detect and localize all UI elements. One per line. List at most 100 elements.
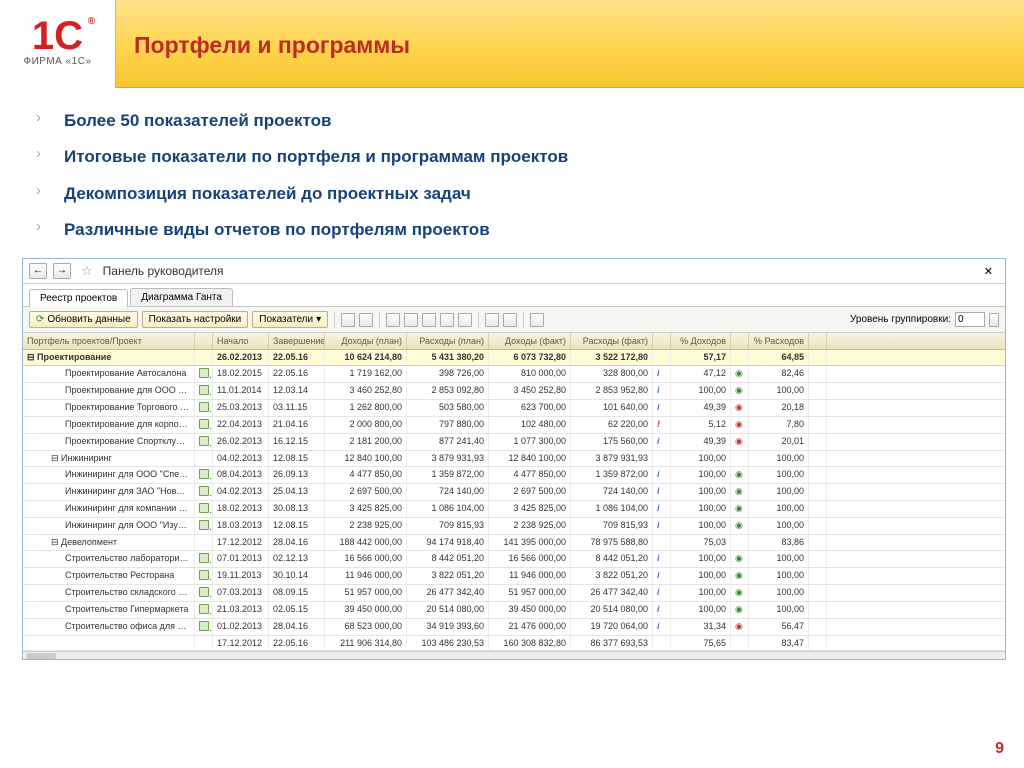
tool-icon-4[interactable]: [404, 313, 418, 327]
cell-info: i: [653, 434, 671, 450]
cell-name: Строительство Гипермаркета: [23, 602, 195, 618]
cell-income-plan: 10 624 214,80: [325, 350, 407, 365]
bullet-1: Более 50 показателей проектов: [36, 110, 1006, 131]
table-row[interactable]: Инжиниринг для ООО "Спектр"08.04.201326.…: [23, 467, 1005, 484]
table-row[interactable]: Строительство складского комплекса для ……: [23, 585, 1005, 602]
tool-icon-10[interactable]: [530, 313, 544, 327]
table-row[interactable]: Проектирование для корпорации "Надежн…22…: [23, 417, 1005, 434]
cell-expense-plan: 3 879 931,93: [407, 451, 489, 466]
tool-icon-8[interactable]: [485, 313, 499, 327]
col-status-icon: [731, 333, 749, 349]
close-button[interactable]: ✕: [978, 265, 999, 278]
cell-icon: [195, 585, 213, 601]
cell-pct-expense: 20,18: [749, 400, 809, 416]
tool-icon-1[interactable]: [341, 313, 355, 327]
cell-icon: [195, 451, 213, 466]
nav-forward-button[interactable]: →: [53, 263, 71, 279]
table-row[interactable]: Проектирование Торгового центра25.03.201…: [23, 400, 1005, 417]
cell-status: [731, 535, 749, 550]
col-expense-plan[interactable]: Расходы (план): [407, 333, 489, 349]
cell-pct-income: 100,00: [671, 602, 731, 618]
indicators-button[interactable]: Показатели ▾: [252, 311, 328, 328]
table-row[interactable]: Инжиниринг для компании "Надежная опо…18…: [23, 501, 1005, 518]
tool-icon-6[interactable]: [440, 313, 454, 327]
table-row[interactable]: Проектирование Спортклуба "Аполлон"26.02…: [23, 434, 1005, 451]
col-income-plan[interactable]: Доходы (план): [325, 333, 407, 349]
info-icon: i: [657, 553, 660, 563]
cell-start: 26.02.2013: [213, 350, 269, 365]
cell-status: ◉: [731, 400, 749, 416]
col-pct-income[interactable]: % Доходов: [671, 333, 731, 349]
show-settings-button[interactable]: Показать настройки: [142, 311, 249, 328]
table-row[interactable]: ⊟ Девелопмент17.12.201228.04.16188 442 0…: [23, 535, 1005, 551]
col-end[interactable]: Завершение: [269, 333, 325, 349]
table-row[interactable]: Проектирование для ООО "Стройкорпорац…11…: [23, 383, 1005, 400]
table-row[interactable]: Строительство офиса для корпорации "На…0…: [23, 619, 1005, 636]
cell-income-fact: 1 077 300,00: [489, 434, 571, 450]
cell-end: 03.11.15: [269, 400, 325, 416]
cell-expense-fact: 26 477 342,40: [571, 585, 653, 601]
cell-name: ⊟ Инжиниринг: [23, 451, 195, 466]
tab-registry[interactable]: Реестр проектов: [29, 289, 128, 307]
table-row[interactable]: Инжиниринг для ООО "Изумруд"18.03.201312…: [23, 518, 1005, 535]
info-icon: i: [657, 486, 660, 496]
table-row[interactable]: 17.12.201222.05.16211 906 314,80103 486 …: [23, 636, 1005, 651]
cell-income-fact: 3 450 252,80: [489, 383, 571, 399]
cell-income-fact: 102 480,00: [489, 417, 571, 433]
cell-income-plan: 3 425 825,00: [325, 501, 407, 517]
cell-icon: [195, 518, 213, 534]
group-level-label: Уровень группировки:: [850, 314, 951, 325]
cell-end: 12.03.14: [269, 383, 325, 399]
table-row[interactable]: Инжиниринг для ЗАО "Новый век"04.02.2013…: [23, 484, 1005, 501]
table-row[interactable]: Проектирование Автосалона18.02.201522.05…: [23, 366, 1005, 383]
cell-info: i: [653, 400, 671, 416]
col-start[interactable]: Начало: [213, 333, 269, 349]
col-pct-expense[interactable]: % Расходов: [749, 333, 809, 349]
cell-status2: [809, 501, 827, 517]
cell-pct-income: 49,39: [671, 434, 731, 450]
group-stepper-icon[interactable]: [989, 313, 999, 327]
table-row[interactable]: Строительство лаборатории для ООО "Спе… 0…: [23, 551, 1005, 568]
cell-end: 02.12.13: [269, 551, 325, 567]
col-expense-fact[interactable]: Расходы (факт): [571, 333, 653, 349]
table-row[interactable]: Строительство Ресторана19.11.201330.10.1…: [23, 568, 1005, 585]
tab-gantt[interactable]: Диаграмма Ганта: [130, 288, 233, 306]
cell-icon: [195, 568, 213, 584]
cell-end: 16.12.15: [269, 434, 325, 450]
status-ok-icon: ◉: [735, 486, 743, 496]
col-income-fact[interactable]: Доходы (факт): [489, 333, 571, 349]
favorite-icon[interactable]: ☆: [81, 263, 93, 279]
cell-icon: [195, 417, 213, 433]
cell-status: ◉: [731, 417, 749, 433]
cell-expense-fact: 1 359 872,00: [571, 467, 653, 483]
tool-icon-3[interactable]: [386, 313, 400, 327]
cell-status: ◉: [731, 568, 749, 584]
cell-status2: [809, 350, 827, 365]
cell-expense-fact: 78 975 588,80: [571, 535, 653, 550]
table-row[interactable]: Строительство Гипермаркета21.03.201302.0…: [23, 602, 1005, 619]
table-row[interactable]: ⊟ Проектирование26.02.201322.05.1610 624…: [23, 350, 1005, 366]
doc-icon: [199, 553, 209, 563]
cell-status: ◉: [731, 383, 749, 399]
tool-icon-9[interactable]: [503, 313, 517, 327]
cell-name: Строительство лаборатории для ООО "Спе…: [23, 551, 195, 567]
group-level-input[interactable]: [955, 312, 985, 327]
col-name[interactable]: Портфель проектов/Проект: [23, 333, 195, 349]
horizontal-scrollbar[interactable]: [23, 651, 1005, 659]
cell-income-fact: 51 957 000,00: [489, 585, 571, 601]
info-icon: i: [657, 503, 660, 513]
cell-start: 17.12.2012: [213, 535, 269, 550]
cell-income-plan: 2 697 500,00: [325, 484, 407, 500]
nav-back-button[interactable]: ←: [29, 263, 47, 279]
cell-expense-plan: 724 140,00: [407, 484, 489, 500]
cell-income-plan: 2 000 800,00: [325, 417, 407, 433]
cell-income-plan: 16 566 000,00: [325, 551, 407, 567]
table-row[interactable]: ⊟ Инжиниринг04.02.201312.08.1512 840 100…: [23, 451, 1005, 467]
grid-body: ⊟ Проектирование26.02.201322.05.1610 624…: [23, 350, 1005, 651]
cell-end: 21.04.16: [269, 417, 325, 433]
tool-icon-7[interactable]: [458, 313, 472, 327]
refresh-button[interactable]: ⟳ Обновить данные: [29, 311, 138, 328]
cell-status2: [809, 366, 827, 382]
tool-icon-5[interactable]: [422, 313, 436, 327]
tool-icon-2[interactable]: [359, 313, 373, 327]
